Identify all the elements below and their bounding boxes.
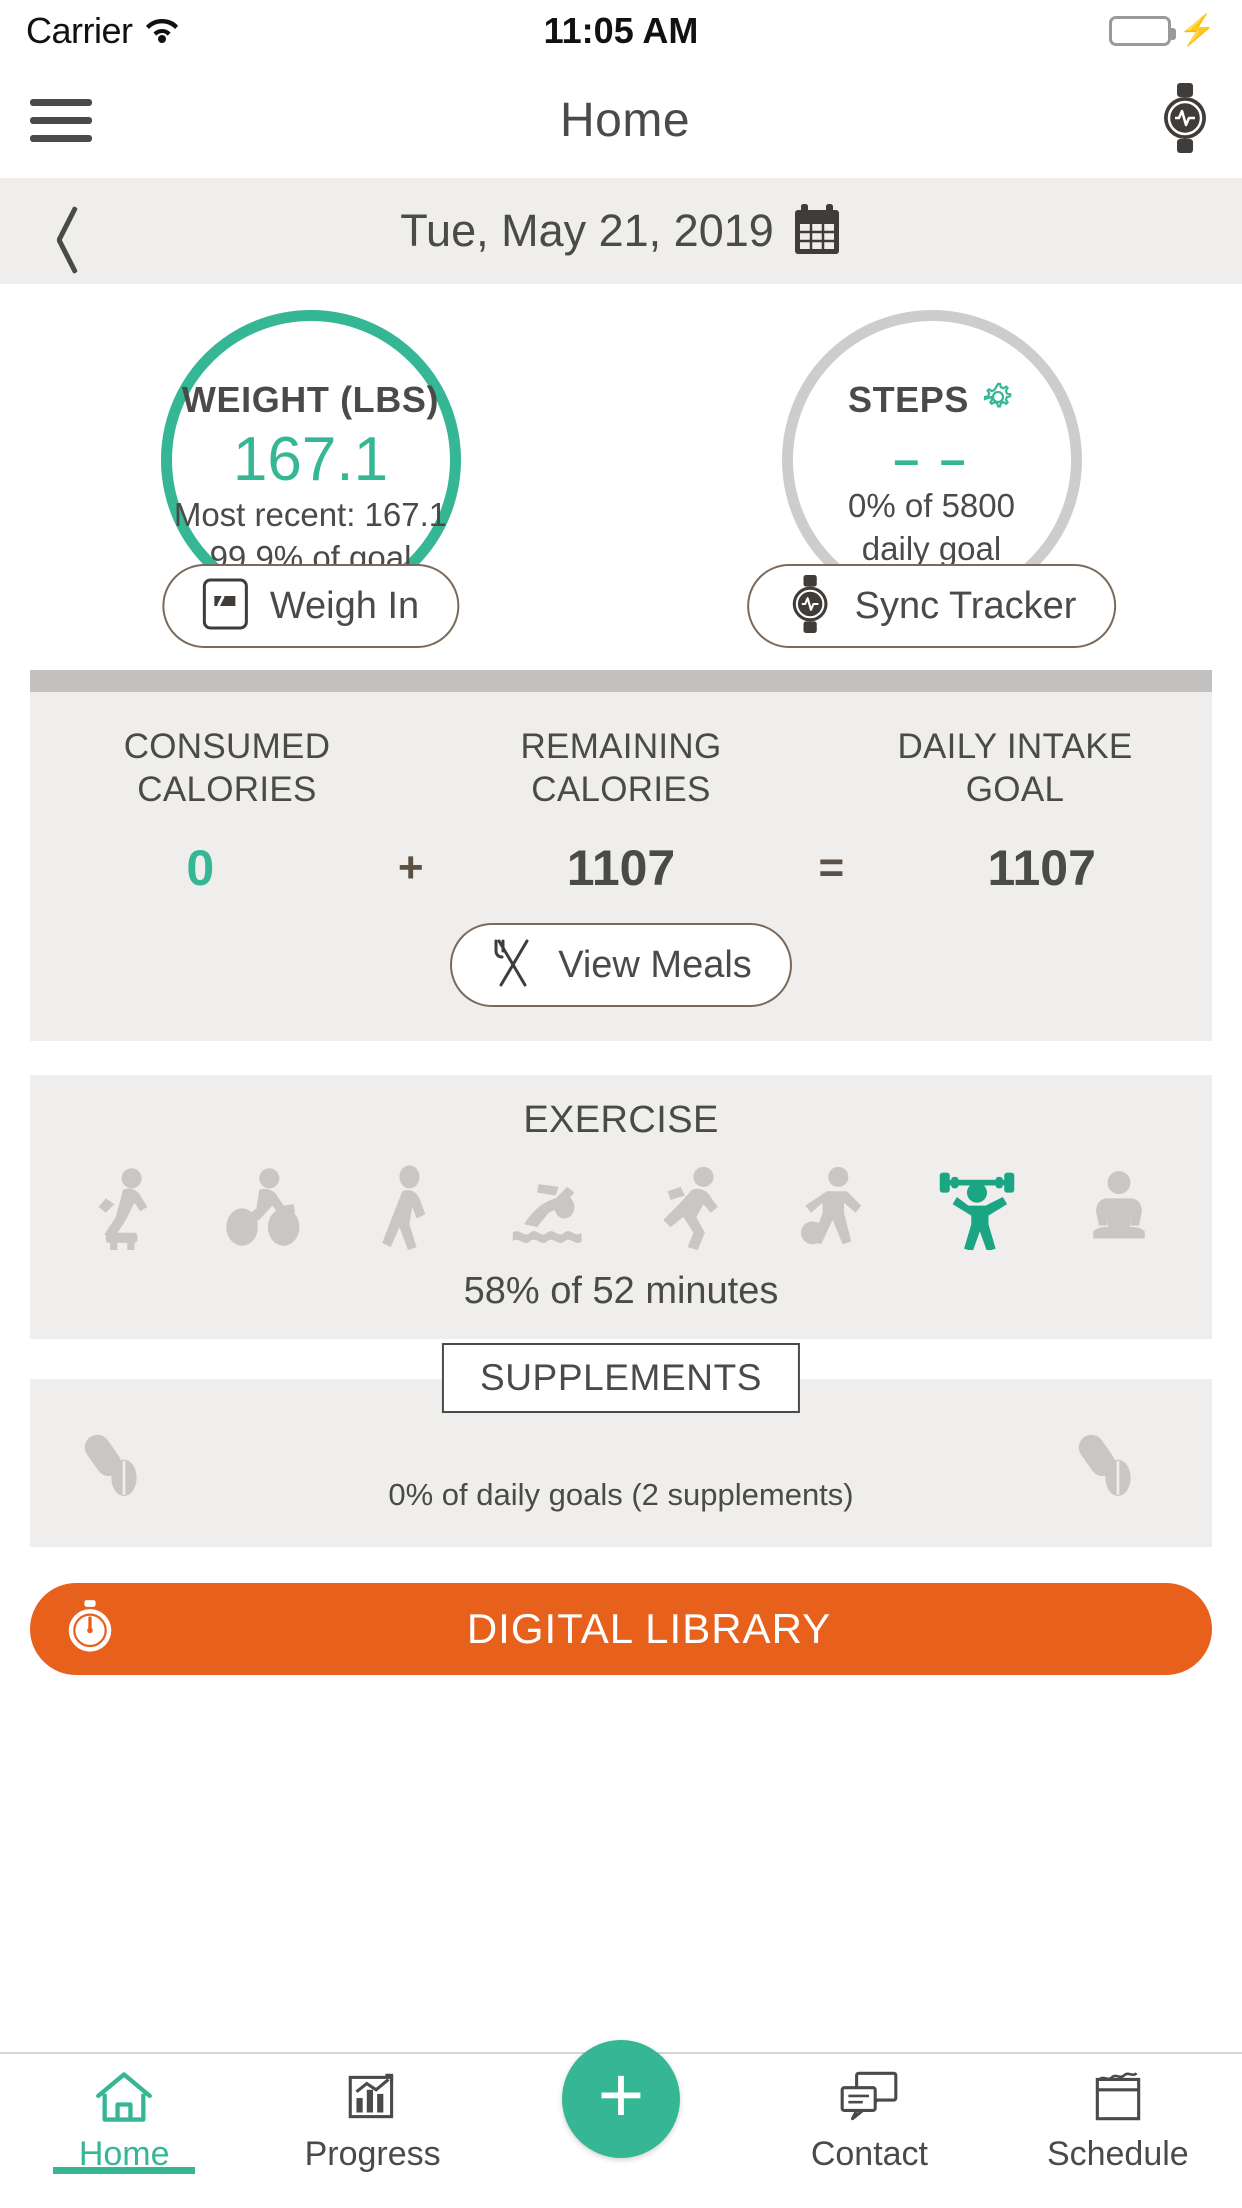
carrier-label: Carrier	[26, 10, 133, 51]
label-line-2: GOAL	[965, 769, 1065, 809]
step-aerobics-icon[interactable]	[75, 1164, 171, 1251]
status-bar: Carrier 11:05 AM ⚡	[0, 0, 1242, 62]
label-line-1: REMAINING	[520, 727, 722, 766]
weight-metric: WEIGHT (LBS) 167.1 Most recent: 167.1 99…	[0, 302, 621, 650]
sync-tracker-button[interactable]: Sync Tracker	[746, 564, 1117, 648]
swimming-icon[interactable]	[502, 1164, 598, 1250]
smartwatch-icon	[787, 574, 833, 638]
status-time: 11:05 AM	[543, 10, 699, 51]
supplements-card: SUPPLEMENTS 0% of daily goals (2 supplem…	[30, 1343, 1212, 1548]
status-bar-right: ⚡	[819, 16, 1216, 46]
tab-contact[interactable]: Contact	[745, 2054, 993, 2174]
smartwatch-icon[interactable]	[1158, 82, 1212, 158]
lightning-bolt-icon: ⚡	[1178, 14, 1217, 47]
tab-schedule-label: Schedule	[1046, 2135, 1189, 2173]
home-icon	[91, 2068, 157, 2131]
weight-title: WEIGHT (LBS)	[181, 379, 440, 420]
exercise-icon-row	[30, 1142, 1212, 1252]
date-display[interactable]: Tue, May 21, 2019	[0, 202, 1242, 261]
exercise-summary: 58% of 52 minutes	[463, 1270, 779, 1313]
page-title: Home	[559, 93, 691, 147]
calories-header-consumed: CONSUMED CALORIES	[30, 726, 424, 811]
hamburger-menu-icon[interactable]	[30, 98, 92, 142]
stopwatch-icon	[62, 1599, 118, 1660]
calories-values: 0 + 1107 = 1107	[30, 811, 1212, 897]
calories-headers: CONSUMED CALORIES REMAINING CALORIES DAI…	[30, 692, 1212, 811]
supplements-summary: 0% of daily goals (2 supplements)	[388, 1477, 854, 1513]
sync-tracker-label: Sync Tracker	[854, 584, 1077, 627]
chat-icon	[836, 2068, 902, 2131]
digital-library-banner[interactable]: DIGITAL LIBRARY	[30, 1583, 1212, 1676]
tab-progress[interactable]: Progress	[248, 2054, 496, 2174]
running-icon[interactable]	[644, 1164, 740, 1251]
weigh-in-button[interactable]: Weigh In	[161, 564, 460, 648]
gear-icon[interactable]	[981, 380, 1015, 420]
steps-title-label: STEPS	[847, 379, 970, 420]
plus-icon[interactable]: +	[562, 2040, 681, 2158]
calories-header-goal: DAILY INTAKE GOAL	[818, 726, 1212, 811]
view-meals-row: View Meals	[30, 897, 1212, 1041]
wifi-icon	[145, 15, 179, 48]
status-bar-left: Carrier	[26, 10, 423, 52]
remaining-calories-value: 1107	[566, 840, 676, 897]
view-meals-label: View Meals	[558, 943, 752, 986]
date-label: Tue, May 21, 2019	[400, 205, 774, 256]
digital-library-label: DIGITAL LIBRARY	[466, 1605, 832, 1653]
label-line-1: CONSUMED	[123, 727, 331, 766]
daily-intake-goal-value: 1107	[987, 840, 1096, 897]
label-line-2: CALORIES	[531, 769, 711, 809]
weight-value: 167.1	[232, 425, 389, 494]
weight-most-recent: Most recent: 167.1	[173, 496, 448, 534]
tab-home[interactable]: Home	[0, 2054, 248, 2174]
scale-icon	[202, 578, 248, 635]
exercise-title: EXERCISE	[523, 1099, 719, 1142]
label-line-1: DAILY INTAKE	[897, 727, 1133, 766]
steps-goal-line1: 0% of 5800	[848, 487, 1015, 525]
battery-full-icon	[1108, 16, 1176, 46]
date-bar: Tue, May 21, 2019	[0, 178, 1242, 284]
chevron-left-icon[interactable]	[34, 203, 90, 259]
yoga-icon[interactable]	[1071, 1164, 1167, 1250]
cycling-icon[interactable]	[217, 1164, 313, 1250]
tab-active-underline	[53, 2167, 196, 2174]
steps-metric: STEPS – – 0% of 5800 daily goal Sync Tra…	[621, 302, 1242, 650]
metrics-row: WEIGHT (LBS) 167.1 Most recent: 167.1 99…	[0, 284, 1242, 650]
view-meals-button[interactable]: View Meals	[450, 923, 792, 1008]
tab-contact-label: Contact	[810, 2135, 929, 2173]
calendar-icon	[1087, 2068, 1149, 2131]
bottom-tab-bar: Home Progress + Contact Schedule	[0, 2040, 1242, 2208]
fork-knife-icon	[490, 938, 536, 993]
tab-schedule[interactable]: Schedule	[994, 2054, 1242, 2174]
calories-card-topbar	[30, 670, 1212, 692]
calories-header-remaining: REMAINING CALORIES	[424, 726, 818, 811]
operator-plus: +	[397, 843, 424, 893]
supplements-label[interactable]: SUPPLEMENTS	[441, 1343, 801, 1414]
tab-add[interactable]: +	[497, 2040, 745, 2162]
calories-card: CONSUMED CALORIES REMAINING CALORIES DAI…	[30, 670, 1212, 1042]
consumed-calories-value: 0	[186, 840, 215, 897]
soccer-icon[interactable]	[786, 1164, 882, 1250]
label-line-2: CALORIES	[137, 769, 317, 809]
weigh-in-label: Weigh In	[269, 584, 420, 627]
steps-value: – –	[893, 433, 970, 485]
walking-icon[interactable]	[360, 1164, 456, 1251]
tab-progress-label: Progress	[304, 2135, 441, 2173]
operator-equals: =	[818, 843, 845, 893]
exercise-card: EXERCISE 58% of 52 minutes	[30, 1075, 1212, 1340]
steps-title: STEPS	[848, 379, 1015, 421]
chart-icon	[342, 2068, 404, 2131]
calendar-icon[interactable]	[792, 202, 842, 261]
nav-bar: Home	[0, 62, 1242, 178]
weightlifting-icon[interactable]	[929, 1164, 1025, 1252]
